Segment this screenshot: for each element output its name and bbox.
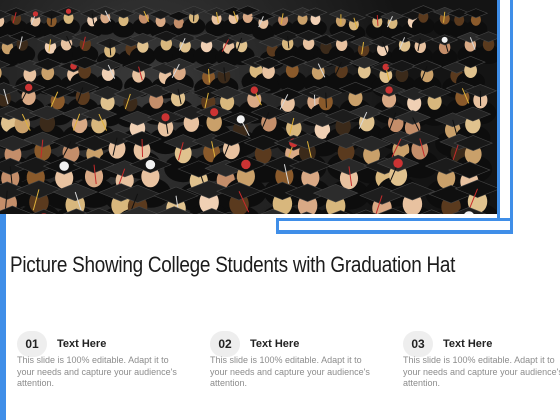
graduate-head — [277, 55, 308, 93]
graduate-head — [430, 34, 459, 68]
step-description: This slide is 100% editable. Adapt it to… — [210, 355, 370, 388]
step-heading: Text Here — [250, 338, 300, 350]
graduate-head — [181, 5, 207, 35]
graduates-crowd-image — [0, 5, 497, 214]
graduate-head — [129, 33, 157, 66]
slide-title: Picture Showing College Students with Gr… — [10, 252, 456, 277]
photo-frame-right-inner — [500, 0, 510, 228]
graduate-head — [56, 6, 81, 36]
graduate-head — [406, 33, 435, 66]
graduate-head — [8, 31, 36, 64]
step-number-badge: 03 — [403, 331, 433, 357]
slide: Picture Showing College Students with Gr… — [0, 0, 560, 420]
graduate-head — [251, 11, 276, 41]
graduation-photo — [0, 0, 497, 214]
graduate-head — [111, 8, 136, 38]
step-number-badge: 02 — [210, 331, 240, 357]
graduate-head — [192, 32, 221, 66]
step-heading: Text Here — [443, 338, 493, 350]
step-description: This slide is 100% editable. Adapt it to… — [17, 355, 177, 388]
step-heading: Text Here — [57, 338, 107, 350]
step-number-badge: 01 — [17, 331, 47, 357]
graduate-head — [411, 5, 436, 35]
step-description: This slide is 100% editable. Adapt it to… — [403, 355, 560, 388]
photo-frame-bottom-inner — [279, 221, 510, 230]
